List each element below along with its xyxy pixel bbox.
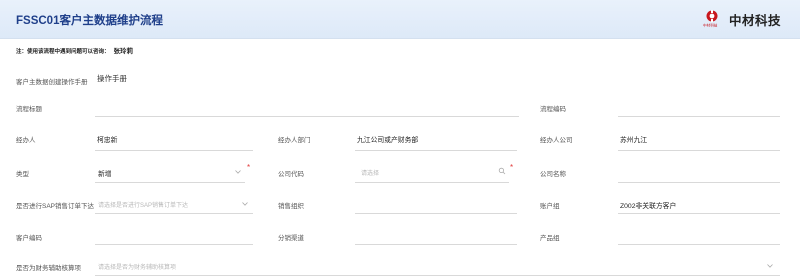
flow-title-label: 流程标题 — [16, 106, 42, 113]
customer-code-field[interactable] — [95, 244, 253, 245]
aux-field[interactable] — [95, 275, 780, 276]
company-code-label: 公司代码 — [278, 171, 304, 178]
distribution-label: 分销渠道 — [278, 235, 304, 242]
sap-select[interactable]: 请选择是否进行SAP销售订单下达 — [98, 200, 188, 209]
sales-org-field[interactable] — [355, 213, 517, 214]
handler-dept-label: 经办人部门 — [278, 137, 311, 144]
handler-value: 柯忠新 — [97, 137, 118, 144]
logo-text: 中材科技 — [729, 14, 782, 28]
customer-code-label: 客户编码 — [16, 235, 42, 242]
manual-label: 客户主数据创建操作手册 — [16, 79, 88, 86]
company-code-required-mark: * — [510, 163, 514, 172]
handler-label: 经办人 — [16, 137, 36, 144]
flow-title-input[interactable] — [95, 116, 519, 117]
aux-label: 是否为财务辅助核算项 — [16, 265, 81, 272]
company-code-field[interactable] — [355, 182, 509, 183]
product-group-label: 产品组 — [540, 235, 560, 242]
type-select[interactable] — [95, 182, 245, 183]
company-name-field[interactable] — [618, 182, 780, 183]
product-group-field[interactable] — [618, 244, 780, 245]
type-label: 类型 — [16, 171, 29, 178]
aux-select[interactable]: 请选择是否为财务辅助核算项 — [98, 262, 176, 271]
contact-person: 张玲莉 — [113, 48, 134, 55]
company-name-label: 公司名称 — [540, 171, 566, 178]
chevron-down-icon[interactable] — [241, 200, 249, 208]
manual-link[interactable]: 操作手册 — [97, 73, 127, 84]
type-value: 新增 — [98, 171, 112, 178]
chevron-down-icon[interactable] — [234, 168, 242, 176]
page-title: FSSC01客户主数据维护流程 — [16, 15, 163, 27]
sap-label: 是否进行SAP销售订单下达 — [16, 203, 95, 210]
sap-field[interactable] — [95, 213, 253, 214]
handler-dept-value: 九江公司或产财务部 — [357, 137, 419, 144]
handler-company-value: 苏州九江 — [620, 137, 648, 144]
account-group-value: Z002非关联方客户 — [620, 203, 677, 210]
search-icon[interactable] — [498, 167, 506, 175]
contact-note-text: 注：使用该流程中遇到问题可以咨询： — [16, 49, 110, 55]
distribution-field[interactable] — [355, 244, 517, 245]
handler-field[interactable] — [95, 150, 253, 151]
cnbm-logo-icon — [706, 10, 718, 22]
page-header: FSSC01客户主数据维护流程 中材科技 中材科技 — [0, 0, 800, 39]
type-required-mark: * — [247, 163, 251, 172]
logo-subtext: 中材科技 — [703, 23, 718, 28]
flow-no-label: 流程编码 — [540, 106, 566, 113]
handler-company-label: 经办人公司 — [540, 137, 573, 144]
company-code-input[interactable]: 请选择 — [361, 168, 379, 177]
chevron-down-icon[interactable] — [766, 262, 774, 270]
flow-no-input[interactable] — [618, 116, 780, 117]
handler-dept-field[interactable] — [355, 150, 517, 151]
contact-note: 注：使用该流程中遇到问题可以咨询： 张玲莉 — [16, 45, 133, 55]
sales-org-label: 销售组织 — [278, 203, 304, 210]
account-group-field[interactable] — [618, 213, 780, 214]
handler-company-field[interactable] — [618, 150, 780, 151]
account-group-label: 账户组 — [540, 203, 560, 210]
